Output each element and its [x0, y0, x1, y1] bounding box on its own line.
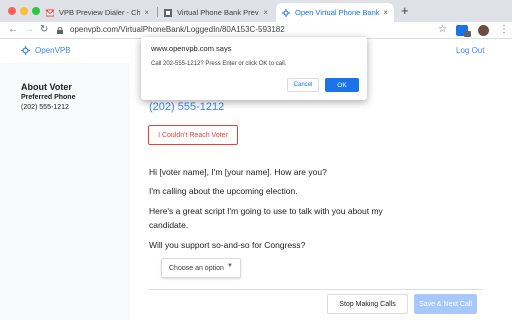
back-arrow-icon[interactable]: ← — [8, 24, 18, 36]
tab-title: Open Virtual Phone Bank — [295, 8, 380, 17]
vpb-favicon-icon — [164, 8, 172, 17]
browser-tab-3-active[interactable]: Open Virtual Phone Bank × — [276, 3, 394, 22]
dialog-message: Call 202-555-1212? Press Enter or click … — [151, 61, 287, 67]
logout-link[interactable]: Log Out — [456, 46, 484, 55]
script-line: I'm calling about the upcoming election. — [149, 186, 298, 196]
chevron-down-icon: ▼ — [227, 263, 233, 269]
brand-name: OpenVPB — [35, 46, 71, 55]
tab-title: VPB Preview Dialer - Chrome We — [59, 8, 141, 17]
gmail-favicon-icon — [46, 9, 54, 16]
dialog-cancel-button[interactable]: Cancel — [287, 78, 319, 92]
openvpb-favicon-icon — [282, 8, 290, 17]
new-tab-button[interactable]: + — [401, 4, 409, 18]
reload-icon[interactable]: ↻ — [40, 24, 48, 36]
about-voter-heading: About Voter — [21, 82, 72, 92]
browser-tab-2[interactable]: Virtual Phone Bank Preview Diale × — [158, 3, 274, 22]
dialog-ok-button[interactable]: OK — [325, 78, 359, 92]
footer-divider — [148, 289, 483, 290]
couldnt-reach-voter-button[interactable]: I Couldn't Reach Voter — [148, 125, 238, 145]
voter-phone-number[interactable]: (202) 555-1212 — [149, 101, 224, 113]
openvpb-logo-icon — [21, 46, 30, 55]
extension-badge-icon — [464, 31, 471, 37]
brand-logo[interactable]: OpenVPB — [21, 46, 71, 55]
tab-title: Virtual Phone Bank Preview Diale — [177, 8, 259, 17]
response-select[interactable]: Choose an option ▼ — [161, 258, 241, 278]
bookmark-star-icon[interactable]: ☆ — [438, 24, 447, 35]
lock-icon[interactable] — [57, 27, 63, 34]
minimize-window-button[interactable] — [20, 7, 28, 15]
profile-avatar[interactable] — [478, 25, 489, 36]
browser-tab-1[interactable]: VPB Preview Dialer - Chrome We × — [40, 3, 155, 22]
maximize-window-button[interactable] — [32, 7, 40, 15]
voter-sidebar — [0, 63, 130, 320]
preferred-phone-value: (202) 555-1212 — [21, 104, 69, 111]
dialog-title: www.openvpb.com says — [151, 44, 232, 53]
select-placeholder: Choose an option — [169, 264, 224, 272]
stop-making-calls-button[interactable]: Stop Making Calls — [327, 294, 408, 314]
save-next-call-button[interactable]: Save & Next Call — [414, 294, 477, 314]
close-tab-icon[interactable]: × — [383, 8, 388, 17]
forward-arrow-icon[interactable]: → — [24, 24, 34, 36]
browser-tab-strip: VPB Preview Dialer - Chrome We × Virtual… — [0, 0, 512, 22]
address-bar[interactable]: openvpb.com/VirtualPhoneBank/LoggedIn/80… — [70, 25, 285, 34]
close-window-button[interactable] — [8, 7, 16, 15]
close-tab-icon[interactable]: × — [144, 8, 149, 17]
close-tab-icon[interactable]: × — [263, 8, 268, 17]
preferred-phone-label: Preferred Phone — [21, 94, 76, 101]
script-line: Hi [voter name], I'm [your name]. How ar… — [149, 167, 327, 177]
script-line: Here's a great script I'm going to use t… — [149, 206, 383, 230]
script-line: Will you support so-and-so for Congress? — [149, 240, 306, 250]
browser-menu-icon[interactable]: ⋮ — [499, 24, 509, 36]
